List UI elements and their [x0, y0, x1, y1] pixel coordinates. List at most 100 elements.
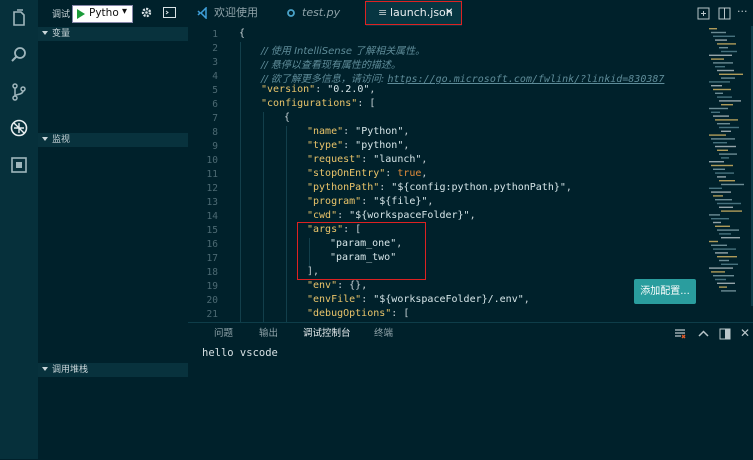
line-number: 9 [212, 141, 218, 152]
minimap-line [717, 43, 736, 45]
minimap-line [721, 50, 737, 53]
code-line-12: "pythonPath": "${config:python.pythonPat… [307, 182, 572, 193]
line-number: 17 [206, 253, 218, 264]
chevron-down-icon [42, 31, 48, 35]
chevron-down-icon: ▾ [122, 6, 128, 17]
tab-welcome[interactable]: 欢迎使用 [188, 0, 276, 26]
minimap-line [711, 58, 724, 60]
line-number: 20 [206, 295, 218, 306]
watch-section-header[interactable]: 监视 [38, 133, 188, 147]
minimap-line [711, 191, 731, 193]
clear-console-icon[interactable] [674, 328, 686, 340]
tab-output[interactable]: 输出 [259, 323, 278, 345]
minimap-line [721, 183, 744, 186]
minimap[interactable] [707, 26, 753, 306]
minimap-line [715, 119, 738, 121]
minimap-line [711, 218, 729, 220]
minimap-line [709, 267, 733, 269]
line-number: 7 [212, 113, 218, 124]
tab-problems[interactable]: 问题 [214, 323, 233, 345]
editor-tab-bar: 欢迎使用 test.py ≡ launch.json ✕ ··· [188, 0, 753, 26]
minimap-line [721, 130, 731, 132]
minimap-line [709, 187, 722, 189]
minimap-line [709, 28, 717, 30]
minimap-line [711, 85, 722, 87]
start-debugging-icon[interactable] [76, 9, 86, 19]
search-icon[interactable] [9, 45, 29, 65]
minimap-line [711, 164, 733, 167]
minimap-line [709, 240, 718, 243]
tab-debug-console[interactable]: 调试控制台 [303, 323, 351, 345]
variables-section-header[interactable]: 变量 [38, 27, 188, 41]
line-number: 5 [212, 85, 218, 96]
toggle-panel-icon[interactable] [719, 328, 731, 340]
source-control-icon[interactable] [9, 82, 29, 102]
minimap-line [709, 134, 726, 136]
minimap-line [709, 107, 728, 110]
debug-label: 调试 [52, 10, 71, 20]
minimap-line [711, 138, 735, 140]
minimap-line [713, 62, 733, 64]
minimap-line [711, 244, 727, 246]
minimap-line [715, 225, 730, 227]
code-line-13: "program": "${file}", [307, 196, 434, 207]
line-number: 2 [212, 43, 218, 54]
watch-title: 监视 [52, 135, 71, 145]
minimap-line [717, 123, 730, 125]
minimap-line [717, 256, 737, 258]
extensions-icon[interactable] [9, 155, 29, 175]
add-configuration-button[interactable]: 添加配置... [634, 279, 696, 304]
code-editor[interactable]: 12345678910111213141516171819202122 { //… [188, 26, 753, 322]
code-line-19: "env": {}, [307, 280, 368, 291]
minimap-line [715, 278, 726, 281]
code-line-10: "request": "launch", [307, 154, 428, 165]
more-actions-icon[interactable]: ··· [737, 5, 748, 18]
highlight-box-args [297, 222, 426, 280]
indent-guide [263, 112, 264, 322]
code-line-1: { [239, 28, 246, 39]
minimap-line [711, 271, 725, 273]
minimap-line [713, 195, 723, 197]
code-line-2: // 使用 IntelliSense 了解相关属性。 [261, 46, 426, 57]
tab-test-py[interactable]: test.py [283, 0, 363, 26]
minimap-line [713, 35, 735, 37]
debug-console-icon[interactable] [163, 7, 176, 18]
line-number: 13 [206, 197, 218, 208]
chevron-up-icon[interactable] [698, 329, 709, 339]
minimap-line [709, 161, 724, 163]
code-line-8: "name": "Python", [307, 126, 410, 137]
minimap-line [717, 176, 726, 178]
split-editor-icon[interactable] [718, 7, 731, 20]
code-line-3: // 悬停以查看现有属性的描述。 [261, 60, 401, 71]
minimap-line [721, 237, 740, 239]
debug-config-select[interactable]: Pytho ▾ [72, 5, 133, 23]
minimap-line [719, 100, 741, 102]
explorer-icon[interactable] [9, 9, 29, 29]
minimap-line [717, 69, 734, 72]
line-number: 18 [206, 267, 218, 278]
line-number: 21 [206, 309, 218, 320]
minimap-line [713, 275, 734, 277]
minimap-line [721, 263, 738, 265]
line-number: 8 [212, 127, 218, 138]
minimap-line [719, 47, 728, 49]
minimap-line [719, 259, 729, 262]
minimap-line [721, 290, 736, 292]
open-changes-icon[interactable] [697, 7, 710, 20]
minimap-line [713, 248, 736, 250]
minimap-line [721, 210, 742, 212]
python-file-icon [287, 9, 295, 17]
tab-terminal[interactable]: 终端 [374, 323, 393, 345]
line-number: 14 [206, 211, 218, 222]
minimap-line [719, 233, 731, 235]
minimap-line [721, 104, 733, 106]
bottom-panel: 问题 输出 调试控制台 终端 ✕ hello vscode [188, 322, 753, 460]
chevron-down-icon [42, 137, 48, 141]
close-panel-icon[interactable]: ✕ [740, 326, 750, 340]
callstack-section-header[interactable]: 调用堆栈 [38, 363, 188, 377]
minimap-line [719, 286, 727, 288]
gear-icon[interactable] [140, 6, 153, 19]
minimap-line [713, 221, 721, 224]
debug-icon[interactable] [9, 118, 29, 138]
fwlink[interactable]: https://go.microsoft.com/fwlink/?linkid=… [387, 74, 664, 85]
